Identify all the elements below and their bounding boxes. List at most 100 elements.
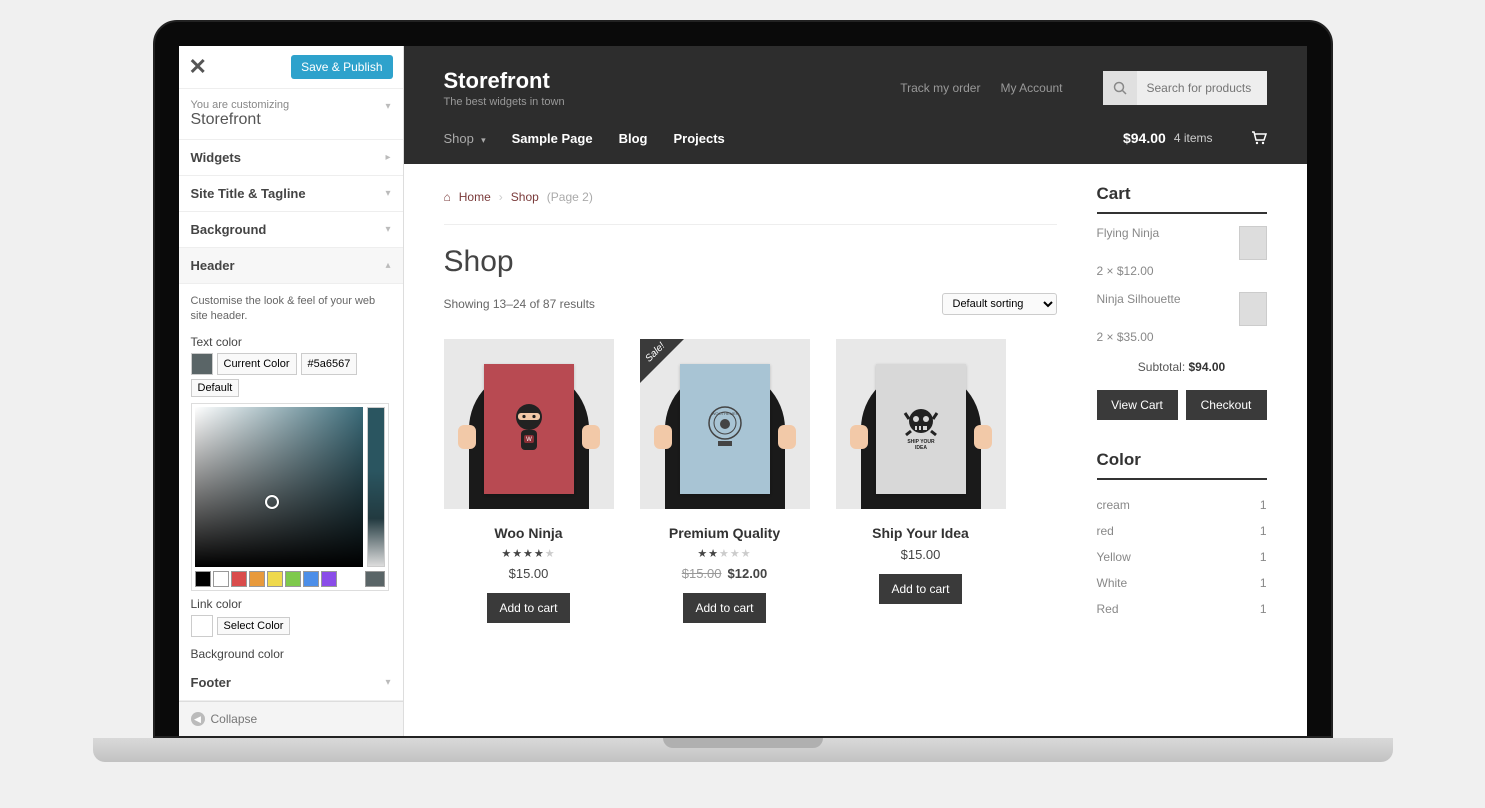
customizing-label: You are customizing (191, 99, 391, 111)
my-account-link[interactable]: My Account (1000, 81, 1062, 95)
cart-item-count: 4 items (1174, 131, 1213, 145)
nav-projects[interactable]: Projects (673, 131, 724, 146)
section-site-title[interactable]: Site Title & Tagline ▾ (179, 176, 403, 212)
cart-item-name: Flying Ninja (1097, 226, 1160, 260)
cart-item[interactable]: Flying Ninja (1097, 226, 1267, 260)
color-filter-row[interactable]: cream1 (1097, 492, 1267, 518)
section-widgets[interactable]: Widgets ▸ (179, 140, 403, 176)
hue-slider[interactable] (367, 407, 385, 567)
product-grid: W Woo Ninja ★★★★★ $15.00 Add to cart Sal… (444, 339, 1057, 623)
cart-item[interactable]: Ninja Silhouette (1097, 292, 1267, 326)
svg-text:WOOTHEMES: WOOTHEMES (711, 411, 738, 416)
preview-pane: Storefront The best widgets in town Trac… (404, 46, 1307, 736)
current-color-button[interactable]: Current Color (217, 353, 297, 375)
cart-item-thumb (1239, 292, 1267, 326)
nav-blog[interactable]: Blog (619, 131, 648, 146)
link-color-swatch[interactable] (191, 615, 213, 637)
color-name: cream (1097, 498, 1130, 512)
shop-sidebar: Cart Flying Ninja 2 × $12.00 Ninja Silho… (1097, 184, 1267, 623)
color-filter-row[interactable]: Yellow1 (1097, 544, 1267, 570)
section-header[interactable]: Header ▴ (179, 248, 403, 284)
sort-select[interactable]: Default sorting (942, 293, 1057, 315)
breadcrumb-page: (Page 2) (547, 190, 593, 204)
palette-swatch[interactable] (321, 571, 337, 587)
color-filter-row[interactable]: red1 (1097, 518, 1267, 544)
search-input[interactable] (1137, 71, 1267, 105)
product-card[interactable]: SHIP YOURIDEA Ship Your Idea $15.00 Add … (836, 339, 1006, 623)
rating-stars: ★★★★★ (640, 547, 810, 560)
site-tagline: The best widgets in town (444, 96, 565, 108)
page-title: Shop (444, 245, 1057, 279)
color-name: red (1097, 524, 1114, 538)
nav-sample-page[interactable]: Sample Page (512, 131, 593, 146)
color-count: 1 (1260, 550, 1267, 564)
checkout-button[interactable]: Checkout (1186, 390, 1267, 420)
color-picker[interactable] (191, 403, 389, 591)
color-name: White (1097, 576, 1128, 590)
product-image[interactable]: SHIP YOURIDEA (836, 339, 1006, 509)
site-title: Storefront (444, 68, 565, 94)
selected-palette-swatch[interactable] (365, 571, 385, 587)
product-card[interactable]: Sale! WOOTHEMES Premium Quality ★★★★★ $1… (640, 339, 810, 623)
chevron-up-icon: ▴ (385, 260, 390, 271)
palette-swatch[interactable] (267, 571, 283, 587)
brand[interactable]: Storefront The best widgets in town (444, 68, 565, 108)
product-image[interactable]: W (444, 339, 614, 509)
text-color-swatch[interactable] (191, 353, 213, 375)
bg-color-label: Background color (191, 647, 391, 661)
customizing-header[interactable]: You are customizing Storefront ▾ (179, 89, 403, 140)
palette-swatch[interactable] (303, 571, 319, 587)
product-price: $15.00 (836, 547, 1006, 562)
text-color-label: Text color (191, 335, 391, 349)
palette-swatch[interactable] (195, 571, 211, 587)
palette-swatch[interactable] (285, 571, 301, 587)
breadcrumb-shop[interactable]: Shop (511, 190, 539, 204)
cart-summary[interactable]: $94.00 4 items (1123, 130, 1267, 146)
chevron-down-icon: ▾ (481, 135, 486, 145)
product-image[interactable]: Sale! WOOTHEMES (640, 339, 810, 509)
color-count: 1 (1260, 602, 1267, 616)
saturation-field[interactable] (195, 407, 363, 567)
picker-cursor[interactable] (265, 495, 279, 509)
cart-widget-title: Cart (1097, 184, 1267, 214)
add-to-cart-button[interactable]: Add to cart (683, 593, 765, 623)
color-filter-row[interactable]: Red 1 (1097, 596, 1267, 622)
add-to-cart-button[interactable]: Add to cart (487, 593, 569, 623)
customizer-sidebar: ✕ Save & Publish You are customizing Sto… (179, 46, 404, 736)
product-name: Woo Ninja (444, 525, 614, 541)
breadcrumb-home[interactable]: Home (459, 190, 491, 204)
nav-shop[interactable]: Shop ▾ (444, 131, 486, 146)
header-section-body: Customise the look & feel of your web si… (179, 284, 403, 665)
search-icon[interactable] (1103, 71, 1137, 105)
product-card[interactable]: W Woo Ninja ★★★★★ $15.00 Add to cart (444, 339, 614, 623)
palette-swatch[interactable] (249, 571, 265, 587)
color-count: 1 (1260, 576, 1267, 590)
save-publish-button[interactable]: Save & Publish (291, 55, 392, 79)
product-price: $15.00$12.00 (640, 566, 810, 581)
palette-swatch[interactable] (231, 571, 247, 587)
hex-input[interactable]: #5a6567 (301, 353, 358, 375)
cart-item-thumb (1239, 226, 1267, 260)
collapse-icon: ◀ (191, 712, 205, 726)
palette-swatch[interactable] (213, 571, 229, 587)
collapse-button[interactable]: ◀ Collapse (179, 702, 403, 736)
home-icon[interactable]: ⌂ (444, 190, 451, 204)
color-widget-title: Color (1097, 450, 1267, 480)
chevron-down-icon: ▾ (385, 101, 390, 112)
track-order-link[interactable]: Track my order (900, 81, 980, 95)
cart-icon[interactable] (1251, 131, 1267, 145)
link-select-color-button[interactable]: Select Color (217, 617, 291, 635)
color-name: Red (1097, 602, 1119, 616)
results-count: Showing 13–24 of 87 results (444, 297, 595, 311)
cart-total: $94.00 (1123, 130, 1166, 146)
search-box (1103, 71, 1267, 105)
view-cart-button[interactable]: View Cart (1097, 390, 1178, 420)
section-footer[interactable]: Footer ▾ (179, 665, 403, 701)
main-content: ⌂ Home › Shop (Page 2) Shop Showing 13–2… (444, 184, 1057, 623)
default-color-button[interactable]: Default (191, 379, 240, 397)
color-filter-row[interactable]: White 1 (1097, 570, 1267, 596)
close-icon[interactable]: ✕ (189, 54, 207, 80)
add-to-cart-button[interactable]: Add to cart (879, 574, 961, 604)
cart-item-name: Ninja Silhouette (1097, 292, 1181, 326)
section-background[interactable]: Background ▾ (179, 212, 403, 248)
